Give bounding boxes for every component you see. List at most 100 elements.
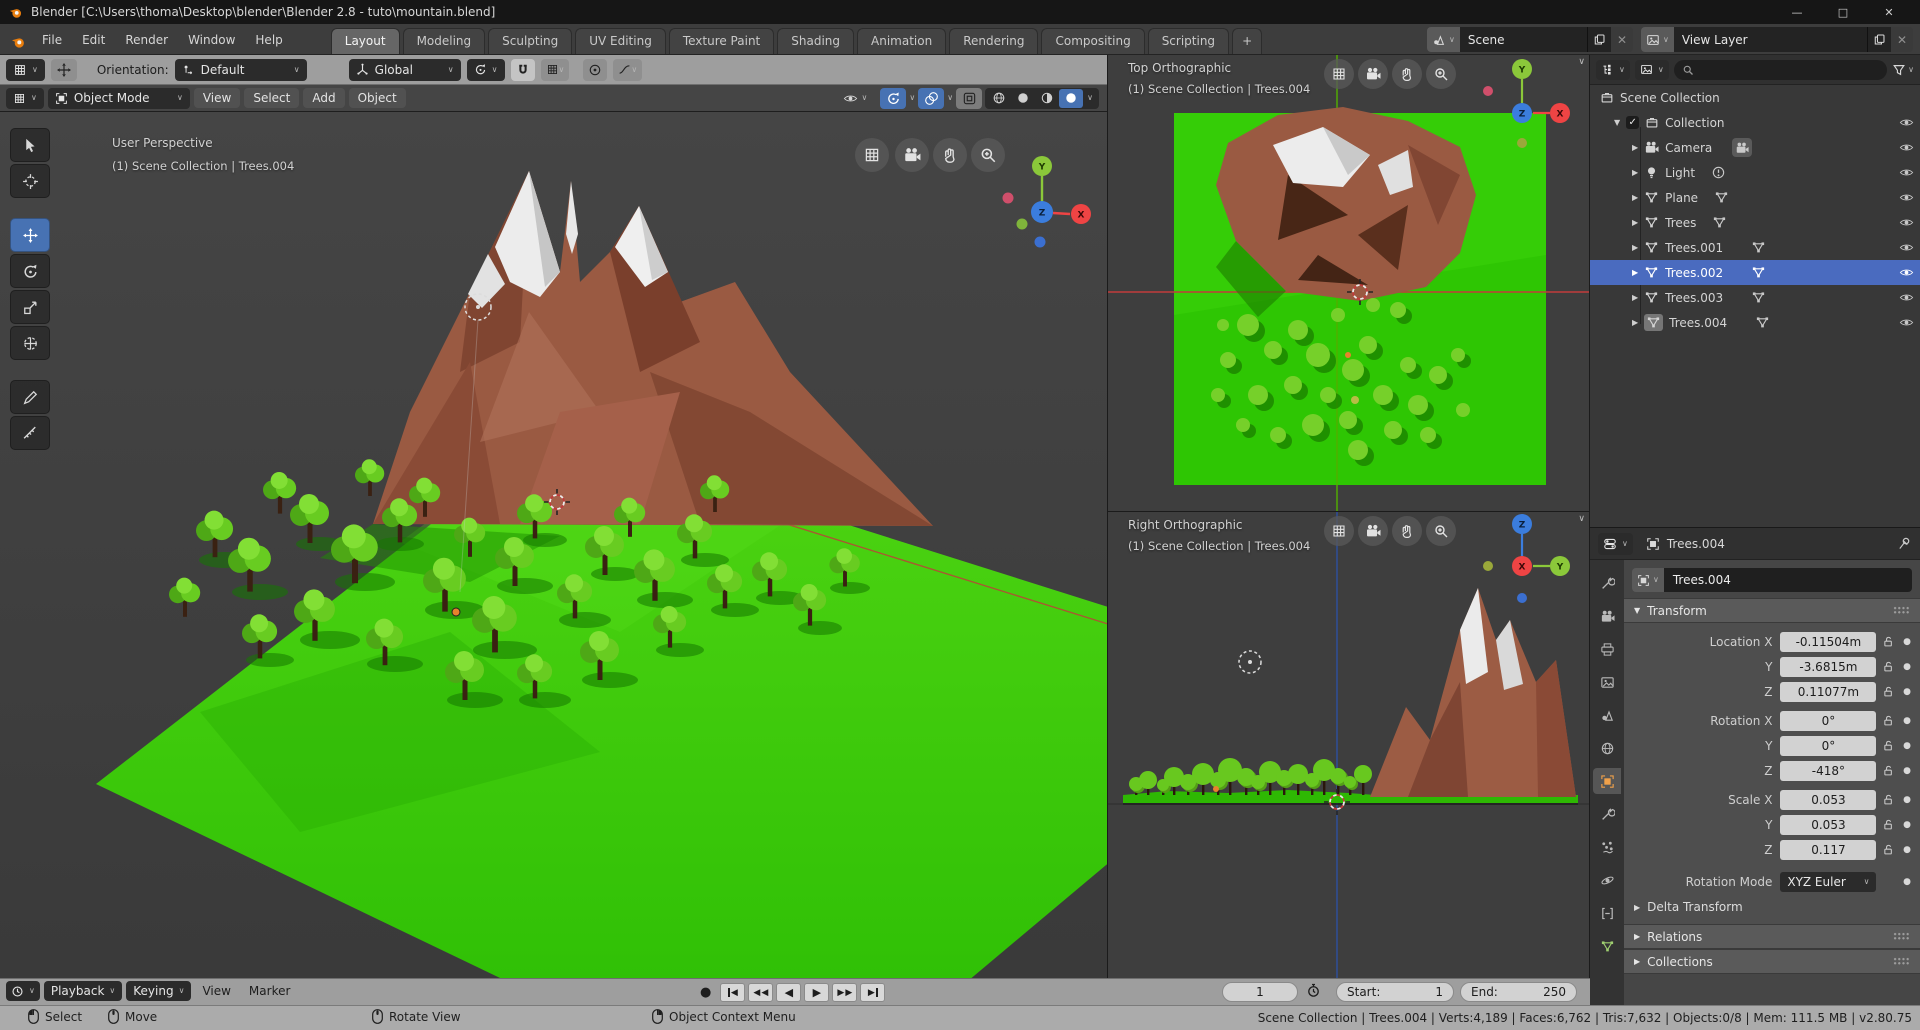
ortho-grid-button[interactable] (1324, 59, 1354, 89)
tab-layout[interactable]: Layout (331, 28, 400, 54)
shading-rendered-button[interactable] (1059, 89, 1083, 108)
viewport-menu-add[interactable]: Add (303, 88, 344, 108)
tab-animation[interactable]: Animation (857, 28, 946, 54)
viewport-menu-view[interactable]: View (194, 88, 240, 108)
light-data-badge[interactable] (1711, 165, 1726, 180)
tab-physics[interactable] (1593, 867, 1621, 893)
tab-sculpting[interactable]: Sculpting (488, 28, 572, 54)
tool-scale[interactable] (10, 290, 50, 324)
prev-keyframe-button[interactable]: ◀◀ (748, 983, 773, 1002)
lock-icon[interactable] (1876, 764, 1900, 777)
tab-object[interactable] (1593, 768, 1621, 794)
mesh-data-badge[interactable] (1751, 240, 1766, 255)
navigation-axis-gizmo[interactable]: Y Z X (996, 152, 1100, 256)
animate-dot[interactable]: ● (1900, 877, 1914, 887)
scene-icon-dropdown[interactable]: ∨ (1427, 27, 1460, 52)
tab-rendering[interactable]: Rendering (949, 28, 1038, 54)
lock-icon[interactable] (1876, 635, 1900, 648)
tool-move[interactable] (10, 218, 50, 252)
pivot-point-dropdown[interactable]: ∨ (467, 59, 505, 81)
active-tool-icon-button[interactable] (51, 59, 77, 81)
camera-data-badge[interactable] (1732, 138, 1752, 157)
next-keyframe-button[interactable]: ▶▶ (832, 983, 857, 1002)
top-ortho-viewport[interactable]: Top Orthographic (1) Scene Collection | … (1108, 55, 1589, 512)
lock-icon[interactable] (1876, 818, 1900, 831)
playback-menu[interactable]: Playback∨ (44, 981, 122, 1001)
visibility-eye-toggle[interactable] (1899, 140, 1914, 155)
scale-z-field[interactable]: 0.117 (1780, 840, 1876, 860)
disclosure-closed-icon[interactable]: ▶ (1632, 318, 1638, 327)
ortho-grid-button[interactable] (1324, 516, 1354, 546)
disclosure-closed-icon[interactable]: ▶ (1632, 168, 1638, 177)
play-button[interactable]: ▶ (804, 983, 829, 1002)
animate-dot[interactable]: ● (1900, 662, 1914, 672)
tab-object-data[interactable] (1593, 933, 1621, 959)
relations-panel-header[interactable]: ▶ Relations (1624, 924, 1920, 949)
lock-icon[interactable] (1876, 660, 1900, 673)
transform-panel-header[interactable]: ▼ Transform (1624, 598, 1920, 623)
disclosure-open-icon[interactable]: ▼ (1614, 118, 1620, 127)
outliner-row-scene-collection[interactable]: Scene Collection (1590, 85, 1920, 110)
navigation-axis-gizmo[interactable]: Z X Y (1476, 512, 1576, 612)
timeline-view-menu[interactable]: View (195, 981, 237, 1001)
pan-view-button[interactable] (1392, 59, 1422, 89)
add-workspace-button[interactable]: + (1232, 28, 1262, 54)
tool-select-box[interactable] (10, 128, 50, 162)
menu-window[interactable]: Window (178, 27, 245, 54)
menu-file[interactable]: File (32, 27, 72, 54)
view-layer-remove-button[interactable]: ✕ (1891, 27, 1913, 52)
animate-dot[interactable]: ● (1900, 716, 1914, 726)
disclosure-closed-icon[interactable]: ▶ (1632, 193, 1638, 202)
panel-grip[interactable] (1893, 606, 1910, 615)
tool-rotate[interactable] (10, 254, 50, 288)
tab-shading[interactable]: Shading (777, 28, 854, 54)
minimize-button[interactable]: — (1774, 0, 1820, 24)
location-x-field[interactable]: -0.11504m (1780, 632, 1876, 652)
panel-grip[interactable] (1893, 932, 1910, 941)
shading-lookdev-button[interactable] (1035, 89, 1059, 108)
tab-render[interactable] (1593, 603, 1621, 629)
orientation-dropdown[interactable]: Default ∨ (175, 59, 307, 81)
disclosure-closed-icon[interactable]: ▶ (1632, 268, 1638, 277)
camera-view-button[interactable] (1358, 516, 1388, 546)
delta-transform-panel-header[interactable]: ▶Delta Transform (1624, 894, 1920, 920)
current-frame-field[interactable]: 1 (1222, 982, 1298, 1002)
lock-icon[interactable] (1876, 793, 1900, 806)
lock-icon[interactable] (1876, 843, 1900, 856)
visibility-eye-toggle[interactable] (1899, 240, 1914, 255)
scene-copy-button[interactable] (1587, 27, 1611, 52)
disclosure-closed-icon[interactable]: ▶ (1632, 293, 1638, 302)
view-layer-icon-dropdown[interactable]: ∨ (1641, 27, 1674, 52)
camera-view-button[interactable] (895, 138, 929, 172)
viewport-menu-select[interactable]: Select (244, 88, 299, 108)
collections-panel-header[interactable]: ▶ Collections (1624, 949, 1920, 974)
tab-scripting[interactable]: Scripting (1148, 28, 1229, 54)
outliner-row-trees[interactable]: ▶ Trees (1590, 210, 1920, 235)
animate-dot[interactable]: ● (1900, 845, 1914, 855)
camera-view-button[interactable] (1358, 59, 1388, 89)
menu-render[interactable]: Render (115, 27, 178, 54)
visibility-eye-toggle[interactable] (1899, 115, 1914, 130)
visibility-eye-toggle[interactable] (1899, 215, 1914, 230)
outliner-row-trees-002[interactable]: ▶ Trees.002 (1590, 260, 1920, 285)
viewport-canvas[interactable]: User Perspective (1) Scene Collection | … (0, 112, 1107, 978)
jump-to-end-button[interactable]: ▶ (860, 983, 885, 1002)
lock-icon[interactable] (1876, 739, 1900, 752)
overlays-toggle[interactable] (918, 88, 944, 109)
pane-collapse-chevron[interactable]: ∨ (1578, 57, 1585, 67)
shading-solid-button[interactable] (1011, 89, 1035, 108)
frame-end-field[interactable]: End:250 (1460, 982, 1577, 1002)
outliner-row-camera[interactable]: ▶ Camera (1590, 135, 1920, 160)
timeline-editor-type-button[interactable]: ∨ (6, 981, 40, 1001)
play-reverse-button[interactable]: ◀ (776, 983, 801, 1002)
chevron-down-icon[interactable]: ∨ (1083, 94, 1097, 102)
menu-help[interactable]: Help (245, 27, 292, 54)
tool-transform[interactable] (10, 326, 50, 360)
use-preview-range-button[interactable] (1306, 983, 1321, 998)
maximize-button[interactable]: □ (1820, 0, 1866, 24)
pan-view-button[interactable] (933, 138, 967, 172)
keying-menu[interactable]: Keying∨ (126, 981, 191, 1001)
pan-view-button[interactable] (1392, 516, 1422, 546)
outliner-row-trees-001[interactable]: ▶ Trees.001 (1590, 235, 1920, 260)
shading-wireframe-button[interactable] (987, 89, 1011, 108)
